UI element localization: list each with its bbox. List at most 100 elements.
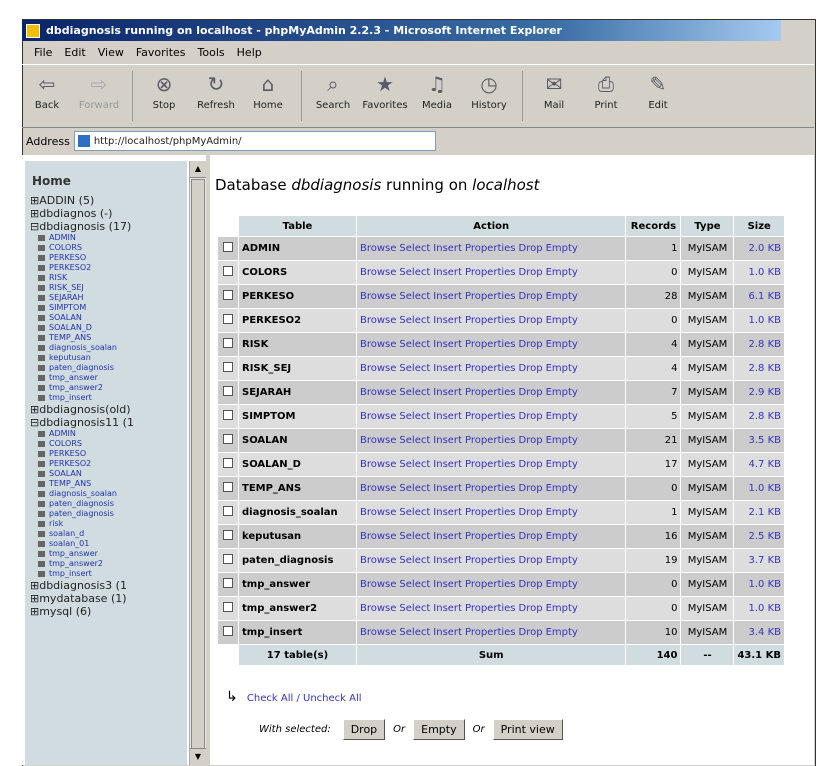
drop-link[interactable]: Drop (519, 507, 543, 518)
browse-link[interactable]: Browse (360, 579, 396, 590)
insert-link[interactable]: Insert (433, 507, 462, 518)
table-item[interactable]: tmp_insert (38, 569, 187, 579)
expand-icon[interactable]: ⊞ (30, 592, 39, 605)
select-link[interactable]: Select (399, 579, 430, 590)
table-item[interactable]: RISK (38, 273, 187, 283)
drop-link[interactable]: Drop (519, 387, 543, 398)
table-name[interactable]: RISK_SEJ (49, 283, 84, 293)
select-link[interactable]: Select (399, 387, 430, 398)
menu-view[interactable]: View (98, 46, 124, 59)
table-item[interactable]: SOALAN_D (38, 323, 187, 333)
insert-link[interactable]: Insert (433, 339, 462, 350)
select-link[interactable]: Select (399, 603, 430, 614)
size-cell[interactable]: 3.7 KB (734, 549, 784, 572)
table-item[interactable]: tmp_answer2 (38, 383, 187, 393)
table-name[interactable]: SOALAN (49, 313, 82, 323)
table-item[interactable]: ADMIN (38, 233, 187, 243)
properties-link[interactable]: Properties (465, 627, 516, 638)
drop-link[interactable]: Drop (519, 339, 543, 350)
size-cell[interactable]: 2.1 KB (734, 501, 784, 524)
size-cell[interactable]: 1.0 KB (734, 261, 784, 284)
select-link[interactable]: Select (399, 531, 430, 542)
browse-link[interactable]: Browse (360, 291, 396, 302)
empty-link[interactable]: Empty (546, 627, 578, 638)
empty-link[interactable]: Empty (546, 363, 578, 374)
select-link[interactable]: Select (399, 363, 430, 374)
empty-button[interactable]: Empty (413, 719, 465, 740)
table-item[interactable]: keputusan (38, 353, 187, 363)
db-item[interactable]: ⊞dbdiagnosis3 (1 (30, 579, 187, 592)
size-cell[interactable]: 2.9 KB (734, 381, 784, 404)
table-item[interactable]: diagnosis_soalan (38, 489, 187, 499)
table-name[interactable]: paten_diagnosis (49, 499, 114, 509)
table-item[interactable]: soalan_01 (38, 539, 187, 549)
size-cell[interactable]: 2.8 KB (734, 405, 784, 428)
toolbar-media-button[interactable]: ♫ Media (412, 65, 462, 111)
drop-link[interactable]: Drop (519, 459, 543, 470)
insert-link[interactable]: Insert (433, 243, 462, 254)
toolbar-mail-button[interactable]: ✉ Mail (529, 65, 579, 111)
table-item[interactable]: ADMIN (38, 429, 187, 439)
row-checkbox[interactable] (223, 410, 233, 420)
row-checkbox[interactable] (223, 458, 233, 468)
expand-icon[interactable]: ⊞ (30, 579, 39, 592)
table-name[interactable]: SOALAN (49, 469, 82, 479)
db-item[interactable]: ⊞dbdiagnos (-) (30, 207, 187, 220)
table-item[interactable]: tmp_answer2 (38, 559, 187, 569)
toolbar-print-button[interactable]: ⎙ Print (581, 65, 631, 111)
drop-link[interactable]: Drop (519, 291, 543, 302)
empty-link[interactable]: Empty (546, 315, 578, 326)
row-checkbox[interactable] (223, 602, 233, 612)
properties-link[interactable]: Properties (465, 555, 516, 566)
table-item[interactable]: RISK_SEJ (38, 283, 187, 293)
toolbar-refresh-button[interactable]: ↻ Refresh (191, 65, 241, 111)
properties-link[interactable]: Properties (465, 387, 516, 398)
browse-link[interactable]: Browse (360, 627, 396, 638)
size-cell[interactable]: 1.0 KB (734, 477, 784, 500)
uncheck-all-link[interactable]: Uncheck All (303, 693, 362, 704)
menu-tools[interactable]: Tools (198, 46, 225, 59)
table-name[interactable]: paten_diagnosis (49, 363, 114, 373)
row-checkbox[interactable] (223, 386, 233, 396)
table-name[interactable]: PERKESO2 (49, 263, 91, 273)
table-name[interactable]: risk (49, 519, 63, 529)
size-cell[interactable]: 1.0 KB (734, 573, 784, 596)
expand-icon[interactable]: ⊞ (30, 605, 39, 618)
table-item[interactable]: TEMP_ANS (38, 479, 187, 489)
row-checkbox[interactable] (223, 314, 233, 324)
row-checkbox[interactable] (223, 626, 233, 636)
browse-link[interactable]: Browse (360, 507, 396, 518)
empty-link[interactable]: Empty (546, 603, 578, 614)
table-item[interactable]: tmp_answer (38, 549, 187, 559)
toolbar-history-button[interactable]: ◷ History (464, 65, 514, 111)
db-item[interactable]: ⊞ADDIN (5) (30, 194, 187, 207)
table-item[interactable]: TEMP_ANS (38, 333, 187, 343)
select-link[interactable]: Select (399, 459, 430, 470)
table-name[interactable]: SEJARAH (49, 293, 84, 303)
db-name[interactable]: dbdiagnosis3 (39, 579, 112, 592)
row-checkbox[interactable] (223, 578, 233, 588)
table-item[interactable]: PERKESO (38, 253, 187, 263)
expand-icon[interactable]: ⊞ (30, 194, 39, 207)
drop-link[interactable]: Drop (519, 531, 543, 542)
insert-link[interactable]: Insert (433, 315, 462, 326)
browse-link[interactable]: Browse (360, 243, 396, 254)
browse-link[interactable]: Browse (360, 531, 396, 542)
size-cell[interactable]: 6.1 KB (734, 285, 784, 308)
db-name[interactable]: mysql (39, 605, 72, 618)
properties-link[interactable]: Properties (465, 243, 516, 254)
drop-link[interactable]: Drop (519, 435, 543, 446)
db-item[interactable]: ⊞mydatabase (1) (30, 592, 187, 605)
table-name[interactable]: PERKESO (49, 449, 86, 459)
empty-link[interactable]: Empty (546, 435, 578, 446)
select-link[interactable]: Select (399, 243, 430, 254)
properties-link[interactable]: Properties (465, 579, 516, 590)
empty-link[interactable]: Empty (546, 531, 578, 542)
select-link[interactable]: Select (399, 507, 430, 518)
insert-link[interactable]: Insert (433, 267, 462, 278)
table-name[interactable]: soalan_d (49, 529, 84, 539)
db-name[interactable]: dbdiagnos (39, 207, 96, 220)
empty-link[interactable]: Empty (546, 459, 578, 470)
drop-link[interactable]: Drop (519, 483, 543, 494)
size-cell[interactable]: 1.0 KB (734, 597, 784, 620)
